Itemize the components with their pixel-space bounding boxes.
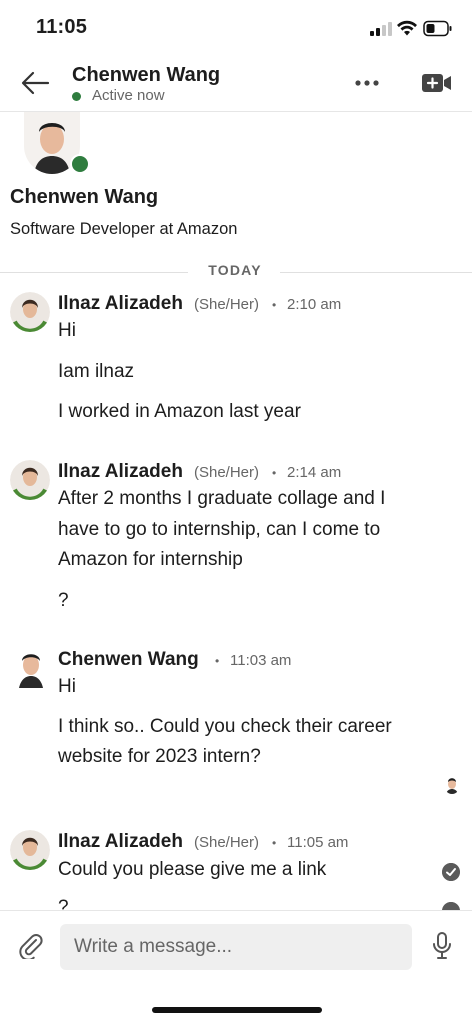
- sender-pronouns: (She/Her): [194, 834, 260, 851]
- sender-name[interactable]: Ilnaz Alizadeh: [58, 831, 183, 853]
- sender-name[interactable]: Chenwen Wang: [58, 649, 199, 671]
- message-input[interactable]: [60, 924, 412, 970]
- profile-name[interactable]: Chenwen Wang: [10, 186, 158, 209]
- message-timestamp: 11:03 am: [230, 652, 292, 669]
- message-timestamp: 2:10 am: [287, 296, 342, 313]
- profile-headline: Software Developer at Amazon: [10, 220, 238, 238]
- header-contact-name[interactable]: Chenwen Wang: [72, 64, 220, 87]
- divider-left: [0, 272, 188, 273]
- online-status-badge: [70, 154, 90, 174]
- check-circle-icon: [442, 863, 460, 881]
- status-time: 11:05: [36, 16, 88, 38]
- sender-name[interactable]: Ilnaz Alizadeh: [58, 461, 183, 483]
- message-text: Amazon for internship: [58, 549, 243, 570]
- message-text: I think so.. Could you check their caree…: [58, 716, 392, 737]
- home-indicator[interactable]: [152, 1007, 322, 1013]
- separator-dot: •: [272, 298, 277, 312]
- sender-pronouns: (She/Her): [194, 464, 260, 481]
- separator-dot: •: [272, 836, 277, 850]
- conversation-header: Chenwen Wang Active now: [0, 56, 472, 112]
- message-text: Hi: [58, 676, 76, 697]
- message-text: ?: [58, 590, 69, 611]
- status-bar: 11:05: [0, 0, 472, 56]
- sender-avatar[interactable]: [14, 648, 48, 688]
- sender-avatar[interactable]: [10, 460, 50, 500]
- message-composer: [0, 910, 472, 1024]
- signal-icon: [370, 22, 392, 36]
- message-text: I worked in Amazon last year: [58, 401, 301, 422]
- sender-avatar[interactable]: [10, 830, 50, 870]
- divider-right: [280, 272, 472, 273]
- message-text: Could you please give me a link: [58, 859, 327, 880]
- sender-name[interactable]: Ilnaz Alizadeh: [58, 293, 183, 315]
- microphone-icon[interactable]: [430, 931, 454, 961]
- sender-pronouns: (She/Her): [194, 296, 260, 313]
- message-text: Hi: [58, 320, 76, 341]
- presence-status: Active now: [92, 87, 165, 104]
- message-text: Iam ilnaz: [58, 361, 135, 382]
- arrow-left-icon[interactable]: [18, 68, 52, 98]
- day-divider: TODAY: [208, 262, 262, 278]
- battery-icon: [423, 20, 452, 37]
- message-text: have to go to internship, can I come to: [58, 519, 381, 540]
- separator-dot: •: [215, 654, 220, 668]
- sender-avatar[interactable]: [10, 292, 50, 332]
- message-timestamp: 11:05 am: [287, 834, 349, 851]
- wifi-icon: [397, 20, 417, 36]
- message-text: website for 2023 intern?: [58, 746, 261, 767]
- video-call-icon[interactable]: [420, 70, 454, 96]
- separator-dot: •: [272, 466, 277, 480]
- message-text: After 2 months I graduate collage and I: [58, 488, 386, 509]
- paperclip-icon[interactable]: [16, 931, 44, 959]
- presence-dot: [72, 92, 81, 101]
- read-receipt-avatar: [444, 776, 460, 794]
- message-timestamp: 2:14 am: [287, 464, 342, 481]
- more-horizontal-icon[interactable]: [352, 74, 386, 92]
